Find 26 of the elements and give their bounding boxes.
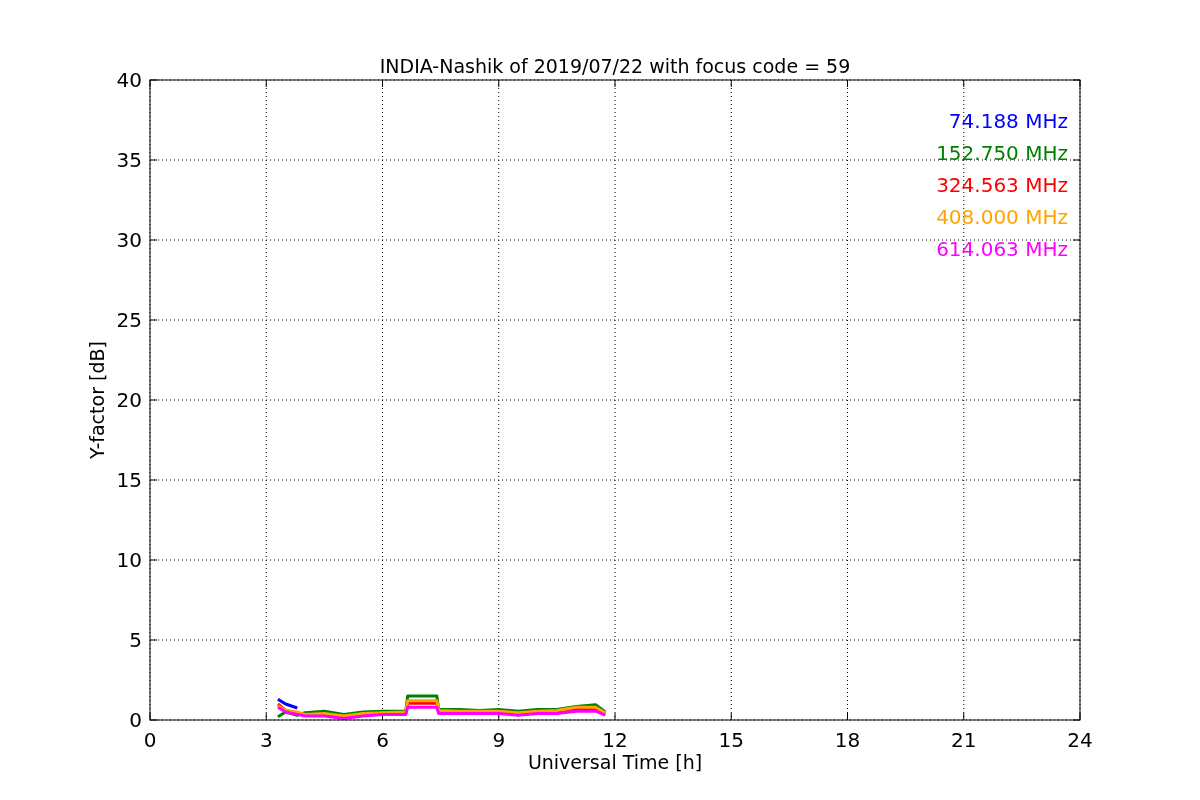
y-tick-label: 0 xyxy=(129,708,142,732)
legend-label: 324.563 MHz xyxy=(936,173,1068,197)
x-tick-label: 21 xyxy=(951,728,977,752)
x-tick-label: 15 xyxy=(718,728,744,752)
x-tick-label: 0 xyxy=(143,728,157,752)
x-tick-label: 12 xyxy=(602,728,628,752)
legend-label: 152.750 MHz xyxy=(936,141,1068,165)
y-axis-label: Y-factor [dB] xyxy=(86,341,108,459)
legend-label: 74.188 MHz xyxy=(948,109,1068,133)
legend-label: 614.063 MHz xyxy=(936,237,1068,261)
y-tick-label: 30 xyxy=(116,228,142,252)
chart-title: INDIA-Nashik of 2019/07/22 with focus code = 59 xyxy=(379,55,851,77)
x-tick-label: 9 xyxy=(492,728,506,752)
legend-label: 408.000 MHz xyxy=(936,205,1068,229)
y-tick-label: 5 xyxy=(129,628,142,652)
x-tick-label: 18 xyxy=(834,728,861,752)
y-tick-label: 10 xyxy=(116,548,142,572)
y-tick-label: 25 xyxy=(116,308,142,332)
x-tick-label: 3 xyxy=(259,728,273,752)
x-axis-label: Universal Time [h] xyxy=(527,751,703,773)
x-tick-label: 24 xyxy=(1067,728,1093,752)
x-tick-label: 6 xyxy=(376,728,389,752)
y-tick-label: 15 xyxy=(116,468,142,492)
y-tick-label: 35 xyxy=(116,148,142,172)
y-tick-label: 20 xyxy=(116,388,142,412)
y-tick-label: 40 xyxy=(116,68,142,92)
